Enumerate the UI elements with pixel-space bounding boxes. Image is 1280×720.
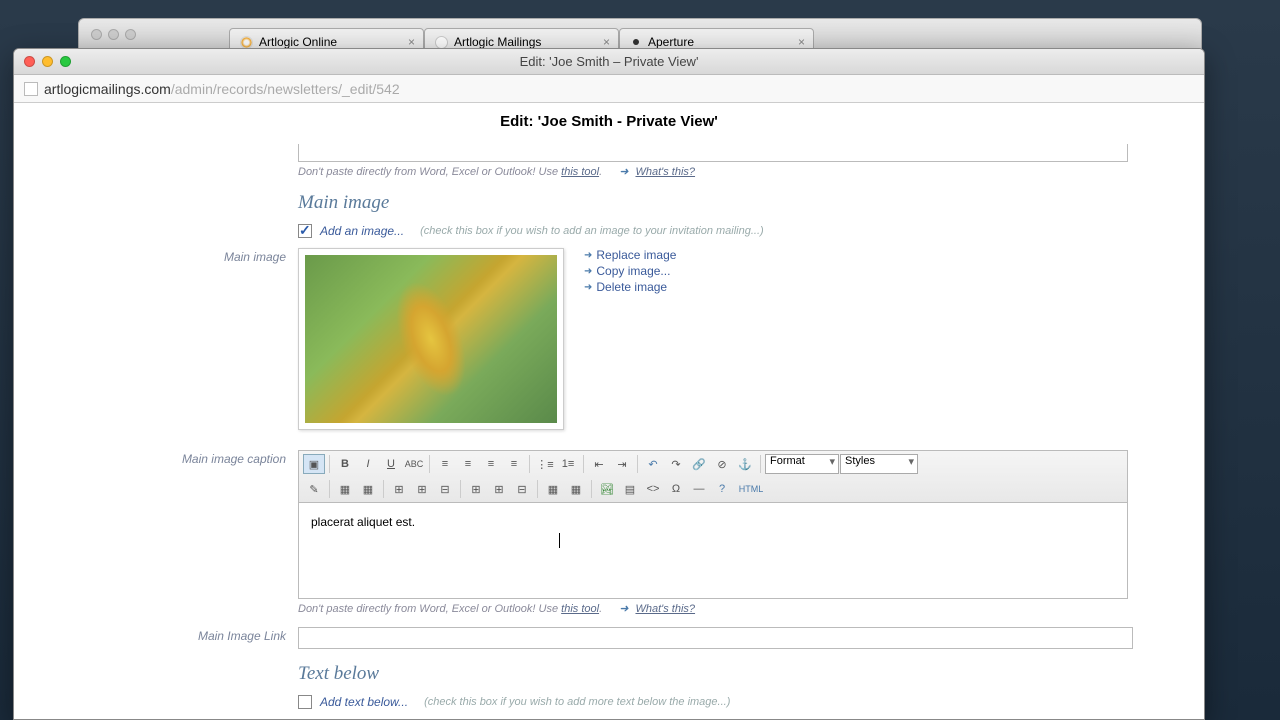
merge-cells-button[interactable]: ▦	[542, 479, 564, 499]
table-props-button[interactable]: ▦	[357, 479, 379, 499]
tab-label: Artlogic Mailings	[454, 35, 541, 49]
previous-field-input[interactable]	[298, 144, 1128, 162]
arrow-icon: ➜	[584, 266, 592, 277]
align-right-button[interactable]: ≡	[480, 454, 502, 474]
redo-button[interactable]: ↷	[665, 454, 687, 474]
help-button[interactable]: ?	[711, 479, 733, 499]
tab-close-icon[interactable]: ×	[603, 35, 610, 49]
favicon-icon	[435, 36, 448, 49]
indent-button[interactable]: ⇥	[611, 454, 633, 474]
outdent-button[interactable]: ⇤	[588, 454, 610, 474]
styles-select[interactable]: Styles	[840, 454, 918, 474]
add-text-label[interactable]: Add text below...	[320, 695, 408, 709]
favicon-icon	[633, 39, 639, 45]
modal-titlebar[interactable]: Edit: 'Joe Smith – Private View'	[14, 49, 1204, 75]
whats-this-link[interactable]: What's this?	[635, 603, 695, 615]
arrow-icon: ➜	[619, 166, 628, 178]
tab-label: Aperture	[648, 35, 694, 49]
arrow-icon: ➜	[619, 603, 628, 615]
modal-title: Edit: 'Joe Smith – Private View'	[14, 54, 1204, 69]
favicon-icon	[240, 36, 253, 49]
bullet-list-button[interactable]: ⋮≡	[534, 454, 556, 474]
hr-button[interactable]: —	[688, 479, 710, 499]
whats-this-link[interactable]: What's this?	[635, 166, 695, 178]
add-image-checkbox-row: Add an image... (check this box if you w…	[298, 224, 1156, 238]
bg-zoom-icon	[125, 29, 136, 40]
text-cursor-icon	[559, 533, 560, 548]
edit-button[interactable]: ✎	[303, 479, 325, 499]
paste-hint: Don't paste directly from Word, Excel or…	[298, 165, 1156, 178]
main-image-preview[interactable]	[298, 248, 564, 430]
add-image-checkbox[interactable]	[298, 224, 312, 238]
align-left-button[interactable]: ≡	[434, 454, 456, 474]
numbered-list-button[interactable]: 1≡	[557, 454, 579, 474]
col-before-button[interactable]: ⊞	[465, 479, 487, 499]
anchor-button[interactable]: ⚓	[734, 454, 756, 474]
arrow-icon: ➜	[584, 250, 592, 261]
col-delete-button[interactable]: ⊟	[511, 479, 533, 499]
form-content: Don't paste directly from Word, Excel or…	[62, 144, 1156, 719]
bg-minimize-icon	[108, 29, 119, 40]
image-actions: ➜Replace image ➜Copy image... ➜Delete im…	[584, 248, 676, 430]
tab-close-icon[interactable]: ×	[798, 35, 805, 49]
split-cells-button[interactable]: ▦	[565, 479, 587, 499]
url-path: /admin/records/newsletters/_edit/542	[171, 81, 400, 97]
main-image-caption-label: Main image caption	[62, 450, 298, 615]
bold-button[interactable]: B	[334, 454, 356, 474]
row-before-button[interactable]: ⊞	[388, 479, 410, 499]
col-after-button[interactable]: ⊞	[488, 479, 510, 499]
add-image-hint: (check this box if you wish to add an im…	[420, 225, 764, 237]
html-source-button[interactable]: HTML	[734, 479, 768, 499]
row-after-button[interactable]: ⊞	[411, 479, 433, 499]
flower-graphic	[382, 272, 479, 405]
link-button[interactable]: 🔗	[688, 454, 710, 474]
add-text-checkbox[interactable]	[298, 695, 312, 709]
insert-media-button[interactable]: ▤	[619, 479, 641, 499]
code-button[interactable]: <>	[642, 479, 664, 499]
copy-image-link[interactable]: ➜Copy image...	[584, 264, 676, 278]
main-image-label: Main image	[62, 248, 298, 430]
italic-button[interactable]: I	[357, 454, 379, 474]
edit-modal-window: Edit: 'Joe Smith – Private View' artlogi…	[13, 48, 1205, 720]
section-main-image: Main image	[298, 192, 1156, 214]
tab-close-icon[interactable]: ×	[408, 35, 415, 49]
add-image-label[interactable]: Add an image...	[320, 224, 404, 238]
fullscreen-button[interactable]: ▣	[303, 454, 325, 474]
delete-image-link[interactable]: ➜Delete image	[584, 280, 676, 294]
rte-toolbar: ▣ B I U ABC ≡ ≡ ≡ ≡ ⋮≡ 1≡ ⇤ ⇥	[298, 450, 1128, 503]
rte-editor[interactable]: placerat aliquet est.	[298, 503, 1128, 599]
undo-button[interactable]: ↶	[642, 454, 664, 474]
image-thumbnail	[305, 255, 557, 423]
add-text-checkbox-row: Add text below... (check this box if you…	[298, 695, 1156, 709]
address-bar[interactable]: artlogicmailings.com/admin/records/newsl…	[14, 75, 1204, 103]
tab-label: Artlogic Online	[259, 35, 337, 49]
main-image-link-label: Main Image Link	[62, 627, 298, 649]
format-select[interactable]: Format	[765, 454, 839, 474]
replace-image-link[interactable]: ➜Replace image	[584, 248, 676, 262]
add-text-hint: (check this box if you wish to add more …	[424, 696, 730, 708]
url-host: artlogicmailings.com	[44, 81, 171, 97]
paste-hint-2: Don't paste directly from Word, Excel or…	[298, 602, 1156, 615]
strikethrough-button[interactable]: ABC	[403, 454, 425, 474]
align-center-button[interactable]: ≡	[457, 454, 479, 474]
rte-content: placerat aliquet est.	[311, 515, 415, 529]
table-button[interactable]: ▦	[334, 479, 356, 499]
page-heading: Edit: 'Joe Smith - Private View'	[14, 103, 1204, 140]
align-justify-button[interactable]: ≡	[503, 454, 525, 474]
this-tool-link[interactable]: this tool	[561, 166, 599, 178]
special-char-button[interactable]: Ω	[665, 479, 687, 499]
row-delete-button[interactable]: ⊟	[434, 479, 456, 499]
section-text-below: Text below	[298, 663, 1156, 685]
main-image-link-input[interactable]	[298, 627, 1133, 649]
underline-button[interactable]: U	[380, 454, 402, 474]
insert-image-button[interactable]: 🏞	[596, 479, 618, 499]
this-tool-link[interactable]: this tool	[561, 603, 599, 615]
url-text: artlogicmailings.com/admin/records/newsl…	[44, 81, 400, 97]
arrow-icon: ➜	[584, 282, 592, 293]
page-icon	[24, 82, 38, 96]
bg-close-icon	[91, 29, 102, 40]
unlink-button[interactable]: ⊘	[711, 454, 733, 474]
